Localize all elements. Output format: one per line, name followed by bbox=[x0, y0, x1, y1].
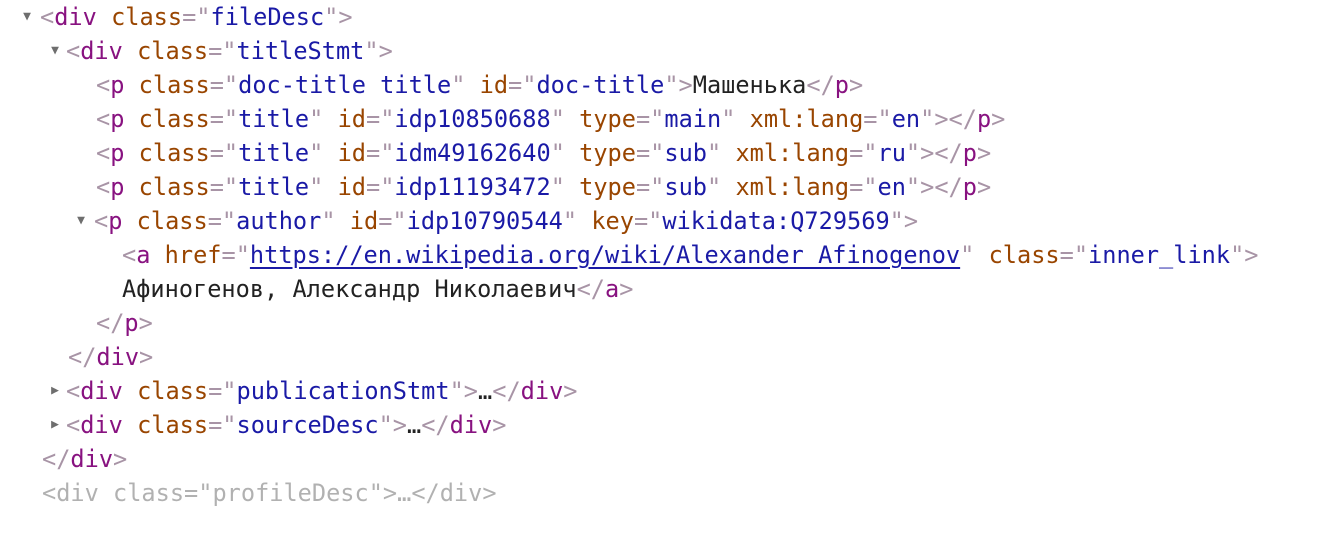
attr-name: class bbox=[138, 105, 210, 133]
collapsed-arrow-icon[interactable]: ▶ bbox=[46, 408, 64, 442]
node-title-main[interactable]: <p class="title" id="idp10850688" type="… bbox=[0, 102, 1342, 136]
attr-value: title bbox=[238, 173, 310, 201]
node-titlestmt-open[interactable]: ▼ <div class="titleStmt"> bbox=[0, 34, 1342, 68]
attr-value: ru bbox=[877, 139, 906, 167]
tag-name: p bbox=[108, 207, 123, 235]
attr-name: href bbox=[164, 241, 222, 269]
attr-value: idp10790544 bbox=[406, 207, 563, 235]
attr-name: xml:lang bbox=[735, 173, 850, 201]
tag-name: p bbox=[110, 71, 125, 99]
attr-name: class bbox=[136, 207, 208, 235]
tag-name: p bbox=[962, 139, 977, 167]
node-filedesc-open[interactable]: ▼ <div class="fileDesc"> bbox=[0, 0, 1342, 34]
attr-name: id bbox=[337, 139, 366, 167]
node-publicationstmt[interactable]: ▶ <div class="publicationStmt">…</div> bbox=[0, 374, 1342, 408]
attr-value: inner_link bbox=[1088, 241, 1231, 269]
node-link-text[interactable]: Афиногенов, Александр Николаевич</a> bbox=[0, 272, 1342, 306]
tag-name: p bbox=[110, 139, 125, 167]
attr-value: en bbox=[891, 105, 921, 133]
attr-value: en bbox=[877, 173, 906, 201]
tag-name: div bbox=[520, 377, 564, 405]
attr-value: doc-title bbox=[536, 71, 665, 99]
attr-name: key bbox=[591, 207, 634, 235]
attr-value: sourceDesc bbox=[236, 411, 379, 439]
node-title-sub-en[interactable]: <p class="title" id="idp11193472" type="… bbox=[0, 170, 1342, 204]
tag-name: div bbox=[80, 37, 123, 65]
attr-value: sub bbox=[664, 173, 707, 201]
attr-name: id bbox=[349, 207, 379, 235]
tag-name: a bbox=[604, 275, 620, 303]
tag-name: p bbox=[834, 71, 850, 99]
expanded-arrow-icon[interactable]: ▼ bbox=[72, 204, 90, 238]
attr-value: doc-title title bbox=[238, 71, 452, 99]
node-partial-next[interactable]: <div class="profileDesc">…</div> bbox=[0, 476, 1342, 510]
collapsed-arrow-icon[interactable]: ▶ bbox=[46, 374, 64, 408]
attr-name: class bbox=[988, 241, 1060, 269]
text-node: Афиногенов, Александр Николаевич bbox=[122, 275, 577, 303]
tag-name: a bbox=[136, 241, 151, 269]
tag-name: p bbox=[124, 309, 139, 337]
attr-name: class bbox=[111, 3, 183, 31]
attr-value: titleStmt bbox=[236, 37, 365, 65]
attr-value: title bbox=[238, 139, 310, 167]
attr-name: class bbox=[138, 71, 210, 99]
tag-name: p bbox=[110, 105, 125, 133]
href-link[interactable]: https://en.wikipedia.org/wiki/Alexander_… bbox=[250, 241, 960, 269]
attr-name: id bbox=[337, 173, 366, 201]
node-sourcedesc[interactable]: ▶ <div class="sourceDesc">…</div> bbox=[0, 408, 1342, 442]
attr-name: type bbox=[579, 105, 636, 133]
attr-name: xml:lang bbox=[749, 105, 864, 133]
collapsed-ellipsis[interactable]: … bbox=[407, 411, 421, 439]
attr-name: class bbox=[137, 37, 209, 65]
attr-value: sub bbox=[664, 139, 707, 167]
tag-name: div bbox=[80, 411, 123, 439]
attr-value: idp11193472 bbox=[394, 173, 551, 201]
attr-name: type bbox=[579, 139, 636, 167]
attr-value: fileDesc bbox=[210, 3, 325, 31]
attr-value: author bbox=[236, 207, 322, 235]
attr-name: id bbox=[479, 71, 509, 99]
attr-value: idm49162640 bbox=[394, 139, 551, 167]
text-node: Машенька bbox=[692, 71, 807, 99]
tag-name: div bbox=[54, 3, 97, 31]
node-title-sub-ru[interactable]: <p class="title" id="idm49162640" type="… bbox=[0, 136, 1342, 170]
tag-name: div bbox=[449, 411, 493, 439]
node-filedesc-close[interactable]: </div> bbox=[0, 442, 1342, 476]
expanded-arrow-icon[interactable]: ▼ bbox=[46, 34, 64, 68]
tag-name: div bbox=[70, 445, 114, 473]
partial-line-text: <div class="profileDesc">…</div> bbox=[42, 479, 497, 507]
attr-name: id bbox=[337, 105, 366, 133]
attr-value: idp10850688 bbox=[394, 105, 551, 133]
attr-name: class bbox=[137, 411, 209, 439]
node-author-open[interactable]: ▼ <p class="author" id="idp10790544" key… bbox=[0, 204, 1342, 238]
expanded-arrow-icon[interactable]: ▼ bbox=[18, 0, 36, 34]
attr-name: class bbox=[137, 377, 209, 405]
node-titlestmt-close[interactable]: </div> bbox=[0, 340, 1342, 374]
tag-name: div bbox=[96, 343, 140, 371]
node-doc-title[interactable]: <p class="doc-title title" id="doc-title… bbox=[0, 68, 1342, 102]
tag-name: div bbox=[80, 377, 123, 405]
attr-name: xml:lang bbox=[735, 139, 850, 167]
node-link-open[interactable]: <a href="https://en.wikipedia.org/wiki/A… bbox=[0, 238, 1342, 272]
node-author-close[interactable]: </p> bbox=[0, 306, 1342, 340]
attr-value: publicationStmt bbox=[236, 377, 450, 405]
attr-value: main bbox=[664, 105, 722, 133]
tag-name: p bbox=[976, 105, 992, 133]
attr-name: type bbox=[579, 173, 636, 201]
collapsed-ellipsis[interactable]: … bbox=[478, 377, 492, 405]
attr-value: wikidata:Q729569 bbox=[662, 207, 890, 235]
attr-value: title bbox=[238, 105, 310, 133]
attr-name: class bbox=[138, 139, 210, 167]
attr-name: class bbox=[138, 173, 210, 201]
tag-name: p bbox=[962, 173, 977, 201]
tag-name: p bbox=[110, 173, 125, 201]
